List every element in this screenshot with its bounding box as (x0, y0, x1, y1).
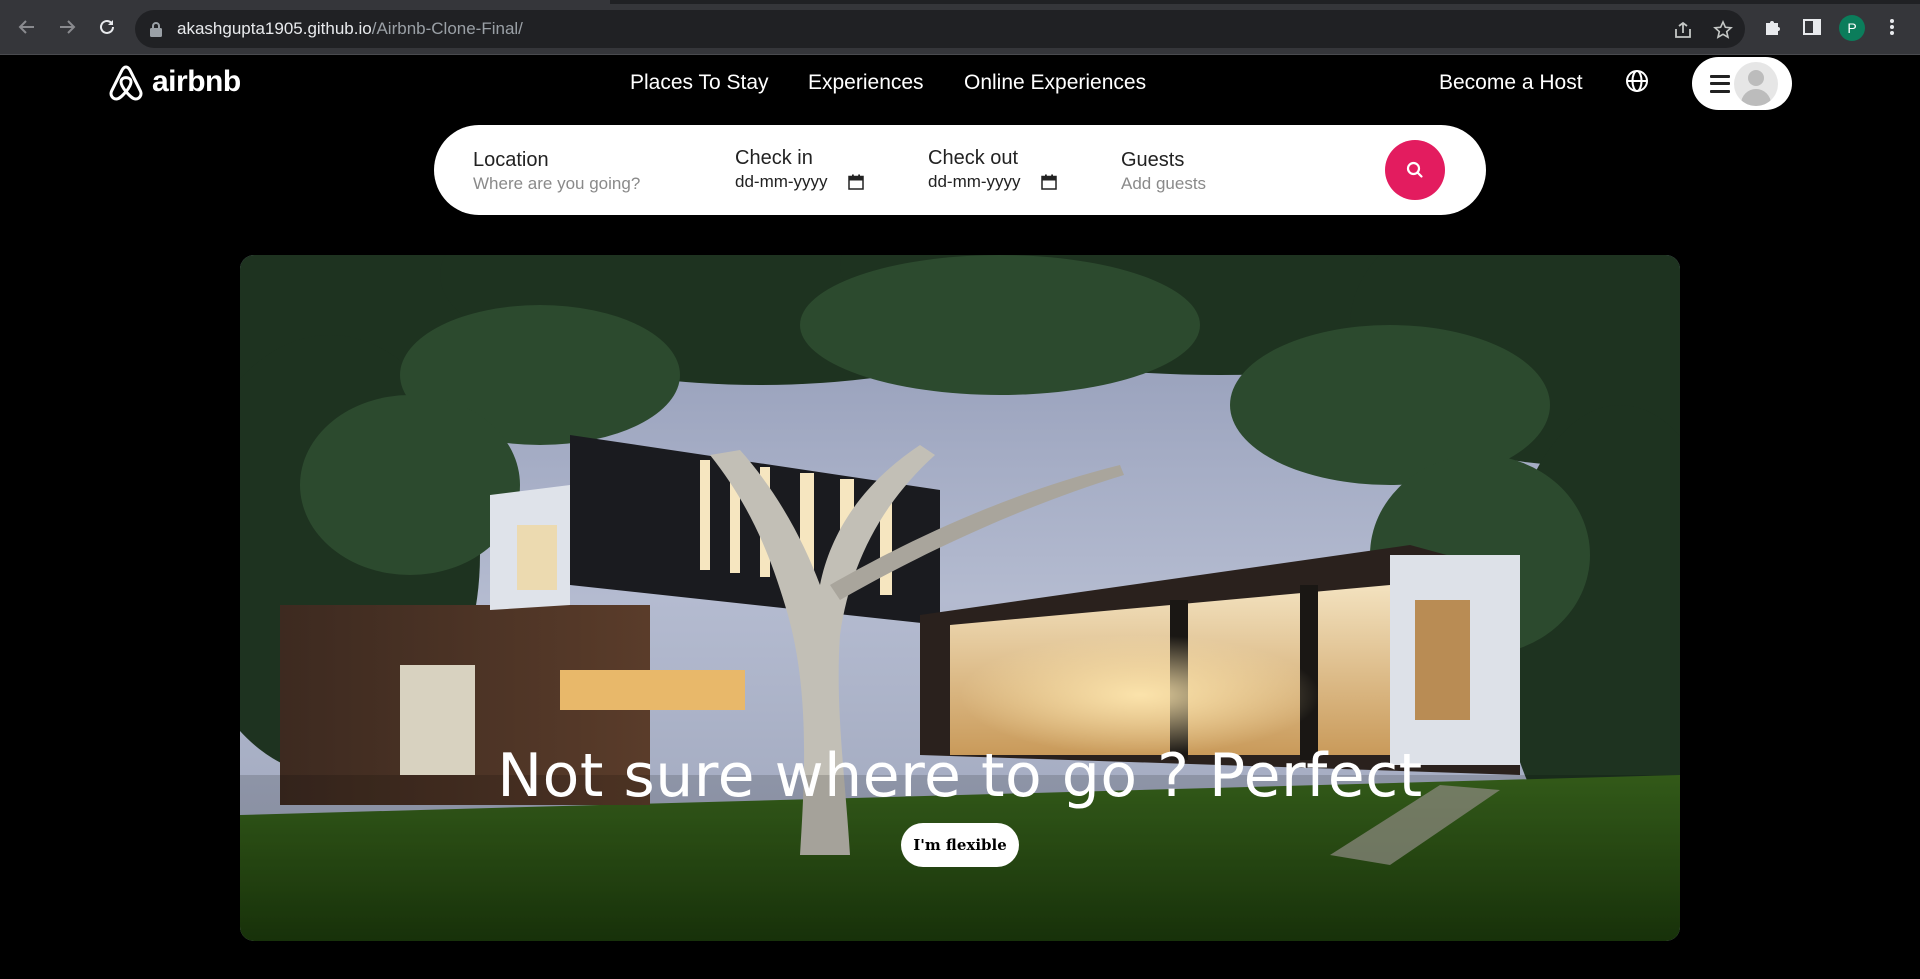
extensions-puzzle-icon[interactable] (1760, 15, 1784, 39)
lock-icon[interactable] (149, 21, 163, 42)
calendar-icon[interactable] (1040, 174, 1057, 190)
side-panel-icon[interactable] (1800, 15, 1824, 39)
nav-online-experiences[interactable]: Online Experiences (964, 71, 1146, 95)
url-path: /Airbnb-Clone-Final/ (371, 19, 523, 38)
hero-banner: Not sure where to go ? Perfect I'm flexi… (240, 255, 1680, 941)
calendar-icon[interactable] (847, 174, 864, 190)
forward-icon[interactable] (54, 14, 80, 40)
nav-experiences[interactable]: Experiences (808, 71, 924, 95)
checkin-field[interactable]: Check in dd-mm-yyyy (735, 147, 864, 192)
url-text[interactable]: akashgupta1905.github.io/Airbnb-Clone-Fi… (177, 19, 523, 39)
location-field[interactable]: Location Where are you going? (473, 149, 640, 194)
guests-input[interactable]: Add guests (1121, 174, 1206, 194)
url-host: akashgupta1905.github.io (177, 19, 372, 38)
tab-strip (0, 0, 1920, 4)
browser-toolbar: akashgupta1905.github.io/Airbnb-Clone-Fi… (0, 0, 1920, 55)
checkin-date-input[interactable]: dd-mm-yyyy (735, 172, 864, 192)
checkout-label: Check out (928, 147, 1019, 169)
logo-wordmark: airbnb (152, 65, 241, 98)
more-menu-icon[interactable] (1880, 15, 1904, 39)
reload-icon[interactable] (94, 14, 120, 40)
airbnb-logo[interactable]: airbnb (106, 60, 241, 104)
checkout-placeholder: dd-mm-yyyy (928, 172, 1021, 191)
checkout-date-input[interactable]: dd-mm-yyyy (928, 172, 1057, 192)
checkout-field[interactable]: Check out dd-mm-yyyy (928, 147, 1057, 192)
back-icon[interactable] (14, 14, 40, 40)
user-menu-button[interactable] (1692, 57, 1792, 110)
guests-field[interactable]: Guests Add guests (1121, 149, 1206, 194)
search-icon (1406, 161, 1423, 178)
airbnb-belo-icon (109, 65, 143, 101)
hero-title: Not sure where to go ? Perfect (497, 741, 1423, 811)
im-flexible-button[interactable]: I'm flexible (901, 823, 1019, 867)
menu-icon (1710, 73, 1730, 95)
guests-label: Guests (1121, 149, 1185, 171)
checkin-placeholder: dd-mm-yyyy (735, 172, 828, 191)
location-label: Location (473, 149, 549, 171)
globe-icon[interactable] (1624, 68, 1650, 94)
share-icon[interactable] (1672, 19, 1694, 41)
location-input[interactable]: Where are you going? (473, 174, 640, 194)
user-avatar-icon (1734, 61, 1778, 106)
search-bar: Location Where are you going? Check in d… (434, 125, 1486, 215)
nav-places-to-stay[interactable]: Places To Stay (630, 71, 769, 95)
search-button[interactable] (1385, 140, 1445, 200)
bookmark-star-icon[interactable] (1712, 19, 1734, 41)
profile-avatar[interactable]: P (1839, 15, 1865, 41)
become-host-link[interactable]: Become a Host (1439, 71, 1583, 95)
checkin-label: Check in (735, 147, 813, 169)
active-tab[interactable] (0, 0, 610, 4)
address-bar[interactable]: akashgupta1905.github.io/Airbnb-Clone-Fi… (135, 10, 1745, 48)
